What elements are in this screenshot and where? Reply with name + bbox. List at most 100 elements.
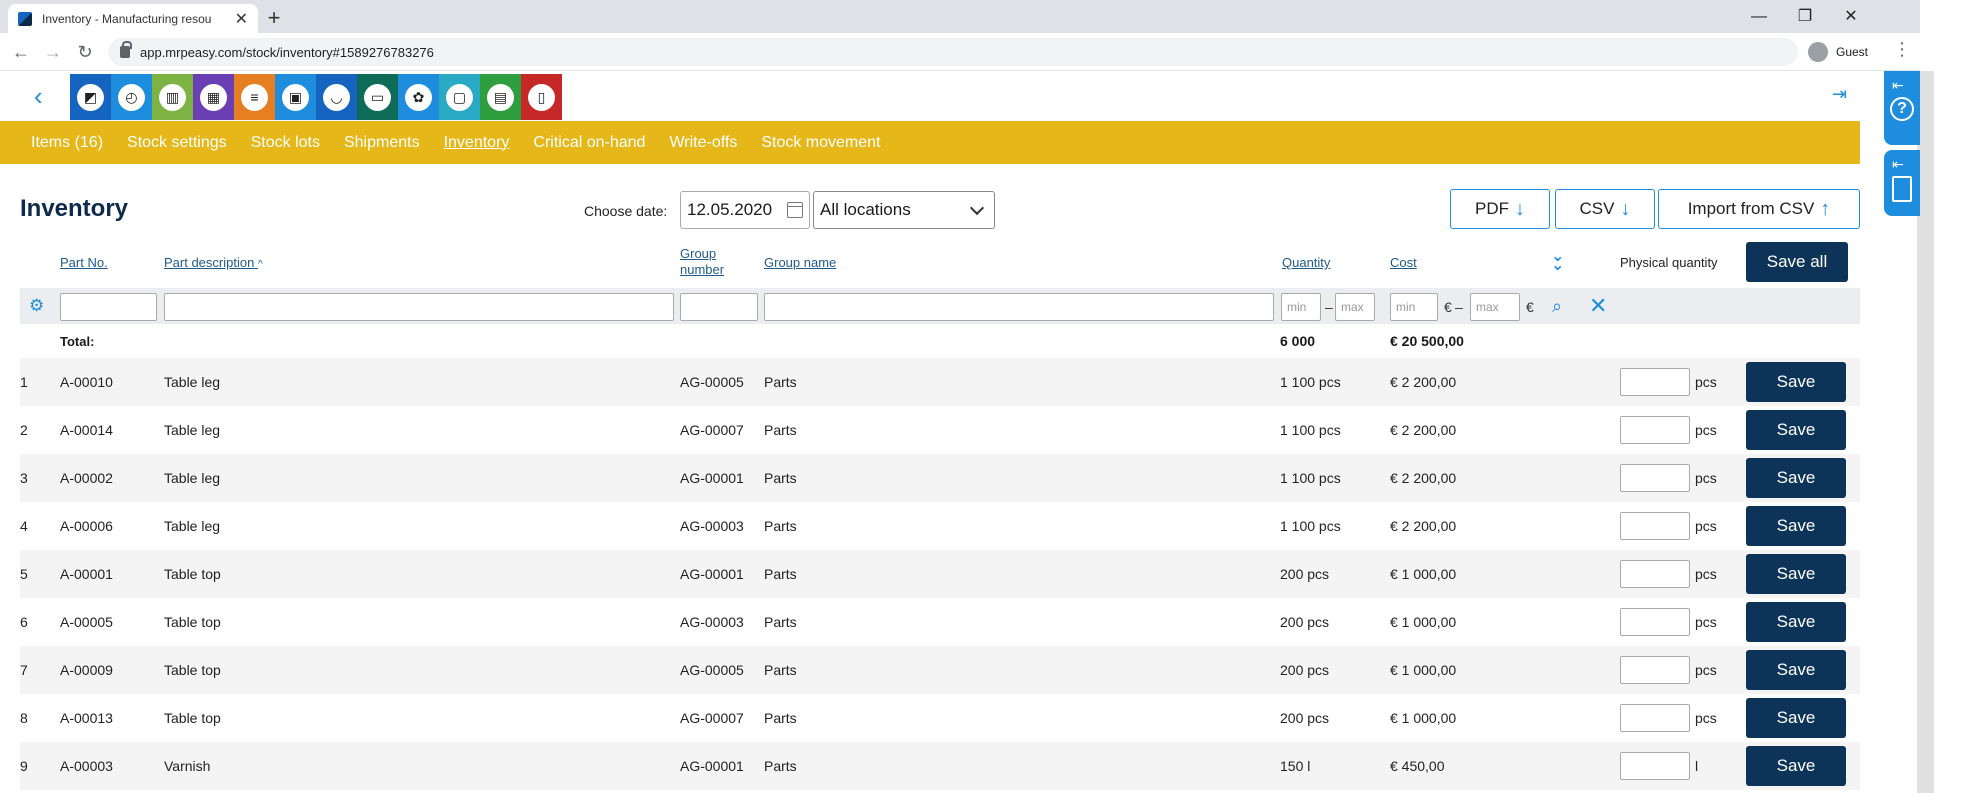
reload-icon[interactable]: ↻ — [72, 39, 98, 65]
filter-cost-min-input[interactable]: min — [1390, 293, 1438, 321]
filter-group-number-input[interactable] — [680, 293, 758, 321]
group-number-cell: AG-00007 — [680, 422, 744, 438]
minimize-button[interactable]: — — [1736, 4, 1782, 30]
header-group-name[interactable]: Group name — [764, 255, 836, 270]
module-presentation[interactable]: ▢ — [439, 74, 480, 120]
row-save-button[interactable]: Save — [1746, 650, 1846, 690]
filter-quantity-min-input[interactable]: min — [1281, 293, 1321, 321]
filter-cost-max-input[interactable]: max — [1470, 293, 1520, 321]
header-part-no[interactable]: Part No. — [60, 255, 108, 270]
support-icon: ✿ — [405, 83, 432, 111]
row-save-button[interactable]: Save — [1746, 410, 1846, 450]
cost-cell: € 2 200,00 — [1390, 470, 1457, 486]
physical-quantity-input[interactable] — [1620, 608, 1690, 636]
row-save-button[interactable]: Save — [1746, 698, 1846, 738]
header-part-description[interactable]: Part description ^ — [164, 255, 263, 270]
module-gift[interactable]: ▤ — [480, 74, 521, 120]
search-icon[interactable]: ⌕ — [1552, 296, 1562, 317]
menu-item-stock-movement[interactable]: Stock movement — [761, 134, 880, 152]
physical-quantity-input[interactable] — [1620, 704, 1690, 732]
close-window-button[interactable]: ✕ — [1828, 4, 1874, 30]
url-field[interactable]: app.mrpeasy.com/stock/inventory#15892767… — [108, 38, 1798, 66]
new-tab-button[interactable]: + — [260, 4, 288, 32]
logout-icon[interactable]: ⇥ — [1832, 84, 1856, 108]
expand-columns-icon[interactable]: ⌄ ⌄ — [1551, 249, 1564, 274]
module-production[interactable]: ≡ — [234, 74, 275, 120]
import-label: Import from CSV — [1687, 199, 1815, 218]
calendar-icon[interactable] — [787, 202, 803, 218]
physical-quantity-input[interactable] — [1620, 512, 1690, 540]
csv-button[interactable]: CSV ↓ — [1555, 189, 1655, 229]
filter-group-name-input[interactable] — [764, 293, 1274, 321]
side-strip — [1934, 71, 1976, 793]
profile-button[interactable]: Guest — [1808, 38, 1880, 66]
header-quantity[interactable]: Quantity — [1282, 255, 1330, 270]
row-save-button[interactable]: Save — [1746, 554, 1846, 594]
pdf-label: PDF — [1475, 199, 1509, 218]
table-row: 4 A-00006 Table leg AG-00003 Parts 1 100 pcs €… — [20, 502, 1860, 550]
module-stock[interactable]: ▣ — [275, 74, 316, 120]
collapse-arrow-icon: ⇤ — [1892, 77, 1904, 93]
help-panel-tab[interactable]: ⇤ ? — [1884, 71, 1920, 145]
module-basket[interactable]: ◡ — [316, 74, 357, 120]
group-number-cell: AG-00001 — [680, 566, 744, 582]
pdf-button[interactable]: PDF ↓ — [1450, 189, 1550, 229]
menu-item-stock-settings[interactable]: Stock settings — [127, 134, 227, 152]
module-folder[interactable]: ▭ — [357, 74, 398, 120]
filter-quantity-max-input[interactable]: max — [1335, 293, 1375, 321]
import-csv-button[interactable]: Import from CSV ↑ — [1658, 189, 1860, 229]
download-arrow-icon: ↓ — [1515, 197, 1525, 220]
back-navigation-icon[interactable]: ‹ — [34, 83, 54, 109]
row-save-button[interactable]: Save — [1746, 362, 1846, 402]
group-name-cell: Parts — [764, 758, 797, 774]
module-document[interactable]: ▯ — [521, 74, 562, 120]
physical-quantity-input[interactable] — [1620, 416, 1690, 444]
menu-item-stock-lots[interactable]: Stock lots — [251, 134, 320, 152]
gear-icon[interactable]: ⚙ — [29, 297, 45, 314]
menu-item-write-offs[interactable]: Write-offs — [669, 134, 737, 152]
physical-quantity-input[interactable] — [1620, 656, 1690, 684]
physical-quantity-input[interactable] — [1620, 368, 1690, 396]
row-save-button[interactable]: Save — [1746, 506, 1846, 546]
tab-close-icon[interactable]: ✕ — [235, 9, 248, 29]
module-analytics[interactable]: ▥ — [152, 74, 193, 120]
group-number-cell: AG-00001 — [680, 758, 744, 774]
menu-item-inventory[interactable]: Inventory — [444, 134, 510, 152]
module-logo[interactable]: ◩ — [70, 74, 111, 120]
row-save-button[interactable]: Save — [1746, 746, 1846, 786]
physical-quantity-input[interactable] — [1620, 464, 1690, 492]
profile-avatar-icon — [1808, 42, 1828, 62]
group-name-cell: Parts — [764, 614, 797, 630]
browser-tab[interactable]: Inventory - Manufacturing resou ✕ — [8, 4, 258, 33]
table-row: 8 A-00013 Table top AG-00007 Parts 200 pcs € 1… — [20, 694, 1860, 742]
table-row: 3 A-00002 Table leg AG-00001 Parts 1 100 pcs €… — [20, 454, 1860, 502]
browser-menu-icon[interactable]: ⋮ — [1892, 39, 1912, 65]
row-number: 6 — [20, 614, 28, 630]
row-save-button[interactable]: Save — [1746, 602, 1846, 642]
location-select[interactable]: All locations — [813, 191, 995, 229]
unit-label: pcs — [1695, 470, 1717, 486]
document-icon: ▯ — [528, 83, 555, 111]
physical-quantity-input[interactable] — [1620, 560, 1690, 588]
filter-part-no-input[interactable] — [60, 293, 157, 321]
back-icon[interactable]: ← — [8, 39, 34, 65]
menu-item-shipments[interactable]: Shipments — [344, 134, 420, 152]
checklist-panel-tab[interactable]: ⇤ — [1884, 150, 1920, 216]
header-cost[interactable]: Cost — [1390, 255, 1417, 270]
module-support[interactable]: ✿ — [398, 74, 439, 120]
clear-filter-icon[interactable]: ✕ — [1589, 293, 1607, 319]
physical-quantity-input[interactable] — [1620, 752, 1690, 780]
unit-label: pcs — [1695, 662, 1717, 678]
group-number-cell: AG-00001 — [680, 470, 744, 486]
maximize-button[interactable]: ❐ — [1782, 4, 1828, 30]
module-dashboard[interactable]: ◴ — [111, 74, 152, 120]
save-all-button[interactable]: Save all — [1746, 242, 1848, 282]
menu-item-items-16[interactable]: Items (16) — [31, 134, 103, 152]
forward-icon[interactable]: → — [40, 39, 66, 65]
header-group-number[interactable]: Group number — [680, 246, 724, 278]
date-input[interactable]: 12.05.2020 — [680, 191, 810, 229]
row-save-button[interactable]: Save — [1746, 458, 1846, 498]
filter-part-description-input[interactable] — [164, 293, 674, 321]
menu-item-critical-on-hand[interactable]: Critical on-hand — [533, 134, 645, 152]
module-calendar[interactable]: ▦ — [193, 74, 234, 120]
